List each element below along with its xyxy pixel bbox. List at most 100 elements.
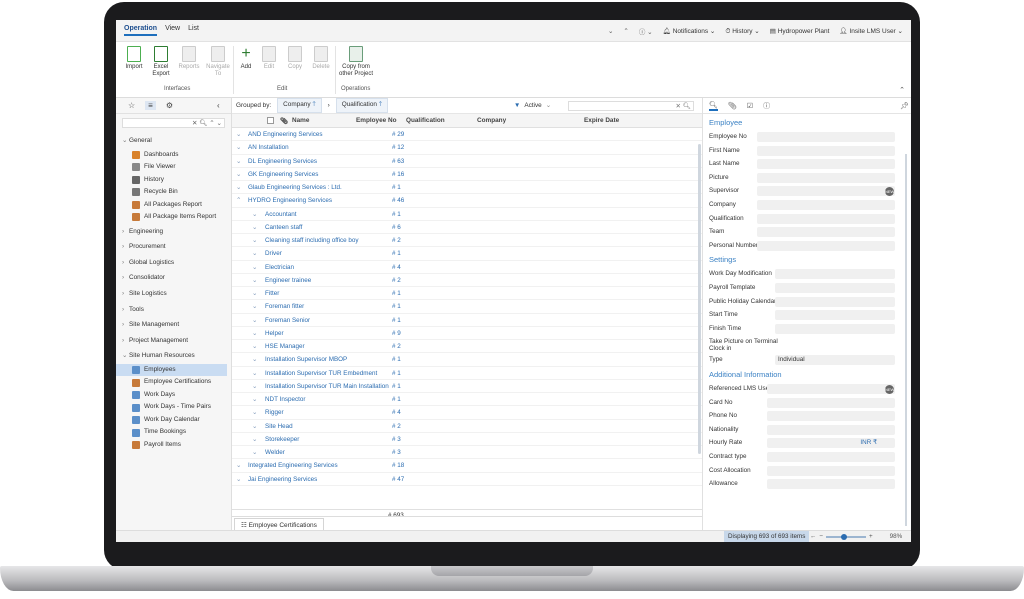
chevron-down-icon[interactable]: ⌄: [236, 128, 241, 141]
group-row[interactable]: ⌄ GK Engineering Services # 16: [232, 168, 702, 181]
subgroup-row[interactable]: ⌄ Site Head # 2: [232, 420, 702, 433]
menu-list[interactable]: List: [188, 25, 199, 36]
chevron-down-icon[interactable]: ⌄: [252, 380, 257, 393]
group-row[interactable]: ⌄ Jai Engineering Services # 47: [232, 473, 702, 486]
chevron-down-icon[interactable]: ⌄: [236, 181, 241, 194]
pin-icon[interactable]: 📌︎: [900, 102, 909, 110]
chevron-up-icon[interactable]: ⌃: [236, 194, 241, 207]
subgroup-row[interactable]: ⌄ Engineer trainee # 2: [232, 274, 702, 287]
import-button[interactable]: Import: [122, 46, 146, 71]
field-input[interactable]: [757, 145, 895, 156]
subgroup-row[interactable]: ⌄ Installation Supervisor TUR Main Instal…: [232, 380, 702, 393]
menu-view[interactable]: View: [165, 25, 180, 36]
nav-section[interactable]: › Engineering: [116, 224, 231, 240]
col-company[interactable]: Company: [477, 117, 506, 124]
user-menu[interactable]: 👤︎ Insite LMS User ⌄: [839, 27, 903, 35]
field-input[interactable]: [757, 240, 895, 251]
nav-section[interactable]: › Global Logistics: [116, 255, 231, 271]
history-button[interactable]: ⏱︎ History ⌄: [725, 27, 759, 36]
nav-item[interactable]: Work Days - Time Pairs: [116, 401, 231, 414]
field-input[interactable]: NEW: [757, 186, 895, 197]
zoom-slider[interactable]: [825, 533, 866, 540]
col-expire-date[interactable]: Expire Date: [584, 117, 619, 124]
field-input[interactable]: [757, 132, 895, 142]
field-input[interactable]: [767, 397, 895, 408]
chevron-down-icon[interactable]: ⌄: [252, 300, 257, 313]
copy-button[interactable]: Copy: [285, 46, 305, 71]
field-input[interactable]: [767, 411, 895, 422]
chevron-down-icon[interactable]: ⌄: [252, 340, 257, 353]
copy-from-project-button[interactable]: Copy from other Project: [336, 46, 376, 78]
field-input[interactable]: [767, 479, 895, 490]
field-input[interactable]: Individual: [775, 355, 895, 366]
add-button[interactable]: + Add: [236, 46, 256, 71]
checklist-icon[interactable]: ☑: [747, 102, 753, 110]
menu-operation[interactable]: Operation: [124, 25, 158, 36]
nav-item[interactable]: Employee Certifications: [116, 376, 231, 389]
chevron-down-icon[interactable]: ⌄: [236, 473, 241, 486]
field-input[interactable]: [757, 200, 895, 210]
subgroup-row[interactable]: ⌄ Storekeeper # 3: [232, 433, 702, 446]
nav-item[interactable]: File Viewer: [116, 161, 231, 174]
arrow-left-icon[interactable]: ←: [810, 531, 816, 542]
nav-item[interactable]: Time Bookings: [116, 426, 231, 439]
nav-item[interactable]: Employees: [116, 363, 227, 377]
collapse-ribbon-icon[interactable]: ⌃: [899, 86, 905, 94]
field-input[interactable]: [757, 159, 895, 170]
field-input[interactable]: [767, 452, 895, 462]
notifications-button[interactable]: 🔔︎ Notifications ⌄: [663, 27, 716, 35]
collapse-left-icon[interactable]: ‹: [217, 101, 220, 110]
select-all-checkbox[interactable]: [267, 117, 274, 124]
field-input[interactable]: [775, 296, 895, 307]
chevron-down-icon[interactable]: ⌄: [252, 353, 257, 366]
chevron-down-icon[interactable]: ⌄: [236, 155, 241, 168]
nav-section[interactable]: › Consolidator: [116, 270, 231, 286]
nav-item[interactable]: All Packages Report: [116, 199, 231, 212]
chevron-down-icon[interactable]: ⌄: [252, 393, 257, 406]
subgroup-row[interactable]: ⌄ Installation Supervisor TUR Embedment # …: [232, 367, 702, 380]
subgroup-row[interactable]: ⌄ Driver # 1: [232, 247, 702, 261]
group-row[interactable]: ⌄ Glaub Engineering Services : Ltd. # 1: [232, 181, 702, 195]
zoom-in-icon[interactable]: +: [869, 531, 873, 542]
info-icon[interactable]: ⓘ: [763, 101, 770, 111]
chevron-down-icon[interactable]: ⌄: [252, 433, 257, 446]
subgroup-row[interactable]: ⌄ Installation Supervisor MBOP # 1: [232, 353, 702, 367]
nav-item[interactable]: History: [116, 174, 231, 187]
chevron-down-icon[interactable]: ⌄: [252, 247, 257, 260]
chevron-down-icon[interactable]: ⌄: [252, 327, 257, 340]
group-row[interactable]: ⌄ AN Installation # 12: [232, 141, 702, 155]
chevron-down-icon[interactable]: ⌄: [252, 446, 257, 459]
nav-section[interactable]: › Site Logistics: [116, 286, 231, 302]
group-row[interactable]: ⌄ DL Engineering Services # 63: [232, 155, 702, 168]
field-input[interactable]: [775, 269, 895, 280]
group-row[interactable]: ⌃ HYDRO Engineering Services # 46: [232, 194, 702, 208]
field-input[interactable]: NEW: [767, 384, 895, 394]
chevron-down-icon[interactable]: ⌄: [236, 141, 241, 154]
nav-section[interactable]: ⌄ Site Human Resources: [116, 348, 231, 364]
group-row[interactable]: ⌄ Integrated Engineering Services # 18: [232, 459, 702, 473]
subgroup-row[interactable]: ⌄ Helper # 9: [232, 327, 702, 340]
edit-button[interactable]: Edit: [260, 46, 278, 71]
navigate-to-button[interactable]: Navigate To: [204, 46, 232, 78]
field-input[interactable]: [767, 465, 895, 476]
subgroup-row[interactable]: ⌄ Foreman fitter # 1: [232, 300, 702, 314]
col-employee-no[interactable]: Employee No: [356, 117, 397, 124]
field-input[interactable]: [757, 227, 895, 238]
nav-section[interactable]: › Tools: [116, 302, 231, 318]
zoom-control[interactable]: ← − + 98%: [810, 531, 902, 542]
subgroup-row[interactable]: ⌄ Foreman Senior # 1: [232, 314, 702, 327]
chevron-down-icon[interactable]: ⌄: [252, 420, 257, 433]
nav-item[interactable]: Work Day Calendar: [116, 414, 231, 427]
delete-button[interactable]: Delete: [310, 46, 332, 71]
subgroup-row[interactable]: ⌄ Canteen staff # 6: [232, 221, 702, 234]
field-input[interactable]: [775, 310, 895, 321]
nav-section[interactable]: ⌄ General: [116, 133, 231, 149]
settings-icon[interactable]: ⚙: [166, 101, 173, 110]
nav-search-input[interactable]: ✕ 🔍︎ ⌃ ⌄: [122, 118, 225, 128]
star-icon[interactable]: ☆: [128, 101, 135, 110]
col-name[interactable]: Name: [292, 117, 309, 124]
nav-section[interactable]: › Project Management: [116, 333, 231, 349]
group-chip-company[interactable]: Company 🡑: [277, 98, 322, 113]
field-input[interactable]: [757, 172, 895, 183]
chevron-down-icon[interactable]: ⌄: [608, 27, 613, 35]
